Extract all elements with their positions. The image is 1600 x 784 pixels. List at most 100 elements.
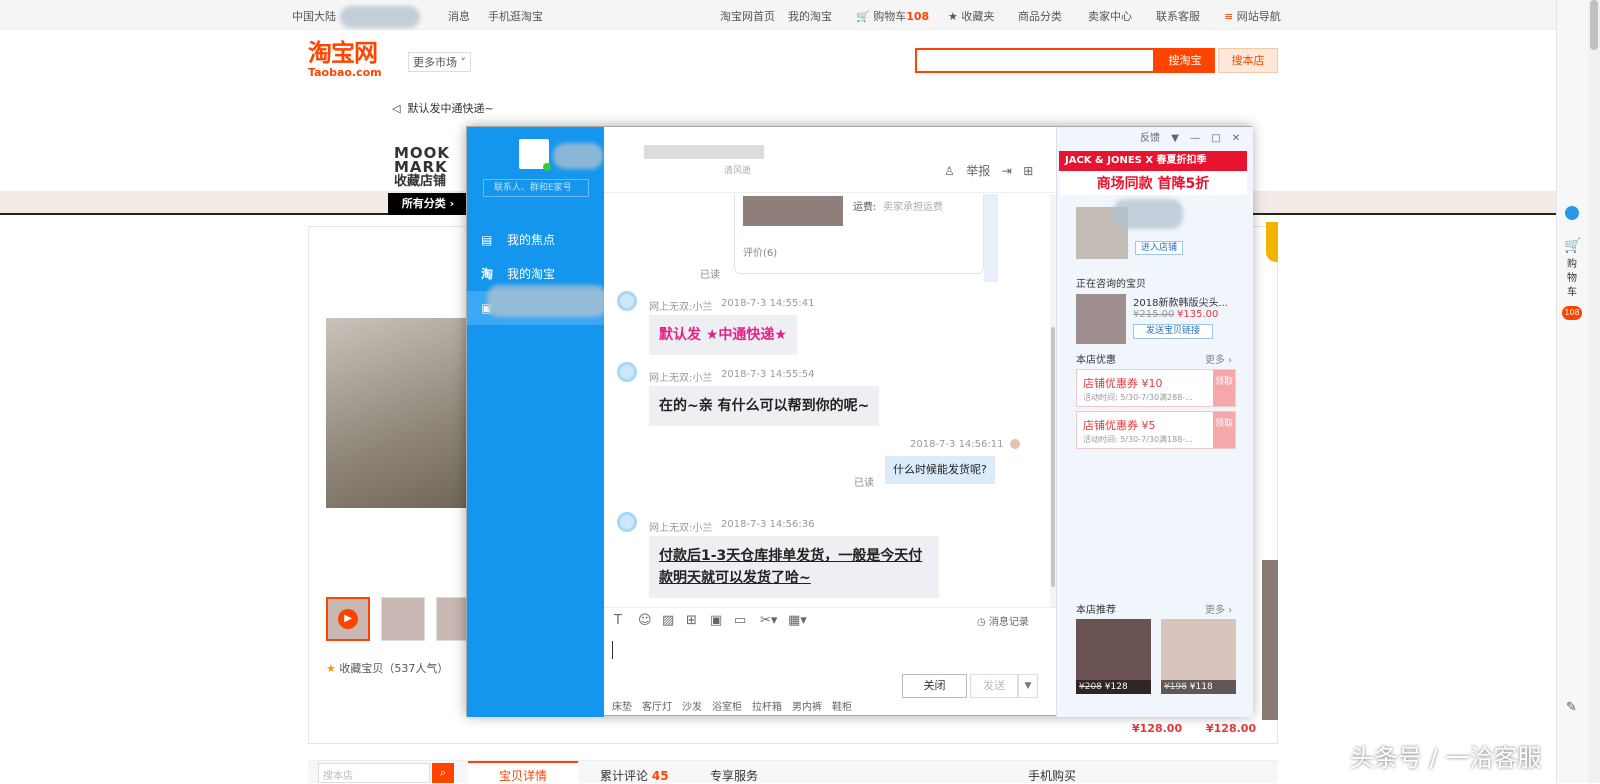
quick-word[interactable]: 浴室柜 <box>712 698 742 713</box>
seller-center-link[interactable]: 卖家中心 <box>1088 8 1132 24</box>
message-bubble[interactable]: 付款后1-3天仓库排单发货，一般是今天付款明天就可以发货了哈~ <box>649 536 939 598</box>
screen-icon[interactable]: ▣ <box>710 613 722 628</box>
my-taobao-link[interactable]: 我的淘宝 <box>788 8 832 24</box>
consulting-product-name[interactable]: 2018新款韩版尖头... <box>1133 294 1228 309</box>
recommend-more-link[interactable]: 更多 › <box>1205 601 1232 616</box>
quick-word[interactable]: 鞋柜 <box>832 698 852 713</box>
get-coupon-button[interactable]: 领取 <box>1213 412 1235 448</box>
menu-icon: ≡ <box>1224 10 1234 23</box>
apps-icon[interactable]: ⊞ <box>1023 164 1033 178</box>
menu-arrow-icon[interactable]: ▼ <box>1171 133 1179 144</box>
card-bubble-tail <box>984 194 998 282</box>
my-avatar <box>1010 439 1020 449</box>
all-categories-button[interactable]: 所有分类 › <box>388 193 468 215</box>
nav-my-focus[interactable]: ▤ 我的焦点 <box>467 223 604 257</box>
top-bar: 中国大陆 消息 手机逛淘宝 淘宝网首页 我的淘宝 🛒 购物车108 ★ 收藏夹 … <box>0 0 1556 30</box>
customer-service-link[interactable]: 联系客服 <box>1156 8 1200 24</box>
tab-mobile-buy[interactable]: 手机购买 <box>1028 767 1076 784</box>
maximize-icon[interactable]: □ <box>1211 133 1220 144</box>
speaker-icon: ◁ <box>392 102 401 115</box>
close-button[interactable]: 关闭 <box>902 674 967 698</box>
font-icon[interactable]: T <box>614 613 622 628</box>
quick-word[interactable]: 沙发 <box>682 698 702 713</box>
offers-title: 本店优惠 <box>1076 355 1116 366</box>
shipping-label: 运费: <box>853 202 877 213</box>
search-input[interactable] <box>915 48 1155 73</box>
search-shop-button[interactable]: 搜本店 <box>1218 48 1278 73</box>
ad-banner[interactable]: JACK & JONES X 春夏折扣季 商场同款 首降5折 <box>1059 151 1247 195</box>
favorite-shop-link[interactable]: 收藏店铺 <box>394 170 446 189</box>
star-icon: ★ <box>326 662 336 675</box>
edit-icon[interactable]: ✎ <box>1566 700 1577 715</box>
product-video-thumb[interactable]: ▶ <box>326 597 370 641</box>
scissors-icon[interactable]: ✂▾ <box>760 613 777 628</box>
messages-link[interactable]: 消息 <box>448 8 470 24</box>
transfer-icon[interactable]: ⇥ <box>1002 164 1012 178</box>
report-link[interactable]: 举报 <box>966 164 990 178</box>
more-market-dropdown[interactable]: 更多市场 ˅ <box>408 52 471 72</box>
region-selector[interactable]: 中国大陆 <box>292 8 336 24</box>
enter-shop-button[interactable]: 进入店铺 <box>1135 241 1183 255</box>
coupon-card[interactable]: 店铺优惠券 ¥10 活动时间: 5/30-7/30满288-... 领取 <box>1076 369 1236 407</box>
product-thumb[interactable] <box>381 597 425 641</box>
favorites-link[interactable]: ★ 收藏夹 <box>948 8 994 24</box>
product-card-message[interactable]: 运费: 卖家承担运费 评价(6) <box>734 194 984 274</box>
send-product-link-button[interactable]: 发送宝贝链接 <box>1133 324 1213 339</box>
tab-detail[interactable]: 宝贝详情 <box>468 761 578 784</box>
badge-icon <box>1266 222 1278 262</box>
chevron-down-icon[interactable]: ▼ <box>1018 674 1038 698</box>
quick-word[interactable]: 拉杆箱 <box>752 698 782 713</box>
chat-scrollbar-thumb[interactable] <box>1051 327 1055 587</box>
shop-search-input[interactable]: 搜本店 <box>318 763 430 783</box>
taobao-home-link[interactable]: 淘宝网首页 <box>720 8 775 24</box>
collect-item-link[interactable]: ★ 收藏宝贝（537人气） <box>326 660 448 676</box>
search-icon[interactable]: ⌕ <box>432 763 454 783</box>
seller-avatar <box>617 362 637 382</box>
message-bubble[interactable]: 在的~亲 有什么可以帮到你的呢~ <box>649 386 880 426</box>
minimize-icon[interactable]: — <box>1190 133 1200 144</box>
message-time: 2018-7-3 14:56:36 <box>721 519 815 530</box>
history-link[interactable]: ◷ 消息记录 <box>977 613 1029 628</box>
folder-icon[interactable]: ⊞ <box>686 613 697 628</box>
cart-link[interactable]: 🛒 购物车108 <box>856 8 929 24</box>
feedback-link[interactable]: 反馈 <box>1140 133 1160 144</box>
sitemap-link[interactable]: ≡ 网站导航 <box>1224 8 1281 24</box>
quick-reply-icon[interactable]: ▭ <box>734 613 746 628</box>
quick-word[interactable]: 床垫 <box>612 698 632 713</box>
message-list[interactable]: 运费: 卖家承担运费 评价(6) 已读 网上无双:小兰 2018-7-3 14:… <box>604 194 1056 606</box>
message-bubble[interactable]: 默认发 ★中通快递★ <box>649 315 797 355</box>
cart-icon[interactable]: 🛒 <box>1564 238 1581 254</box>
contact-search-input[interactable]: 联系人、群和E家号 <box>483 179 589 197</box>
quick-word[interactable]: 男内裤 <box>792 698 822 713</box>
categories-link[interactable]: 商品分类 <box>1018 8 1062 24</box>
product-old-price: ¥215.00 <box>1133 309 1175 320</box>
search-taobao-button[interactable]: 搜淘宝 <box>1155 48 1215 73</box>
redacted-username <box>340 6 420 28</box>
get-coupon-button[interactable]: 领取 <box>1213 370 1235 406</box>
message-bubble[interactable]: 什么时候能发货呢? <box>885 456 995 484</box>
redacted-username <box>553 143 603 169</box>
table-icon[interactable]: ▦▾ <box>788 613 807 628</box>
image-icon[interactable]: ▨ <box>662 613 674 628</box>
quick-word[interactable]: 客厅灯 <box>642 698 672 713</box>
consulting-product-image[interactable] <box>1076 294 1126 344</box>
send-button[interactable]: 发送 <box>970 674 1018 698</box>
message-sender: 网上无双:小兰 <box>649 302 713 313</box>
shop-notice: ◁ 默认发中通快递~ <box>392 102 494 115</box>
tab-reviews[interactable]: 累计评论 45 <box>600 767 669 784</box>
offers-more-link[interactable]: 更多 › <box>1205 351 1232 366</box>
product-card-image <box>743 196 843 226</box>
page-scrollbar[interactable] <box>1588 0 1600 783</box>
coupon-card[interactable]: 店铺优惠券 ¥5 活动时间: 5/30-7/30满188-... 领取 <box>1076 411 1236 449</box>
user-info-icon[interactable]: ♙ <box>944 164 955 178</box>
recommended-product[interactable]: ¥208 ¥128 <box>1076 619 1151 694</box>
taobao-logo[interactable]: 淘宝网 Taobao.com <box>308 40 390 80</box>
tab-service[interactable]: 专享服务 <box>710 767 758 784</box>
close-icon[interactable]: ✕ <box>1232 133 1240 144</box>
sidebar-cart-label[interactable]: 购物车 <box>1567 258 1579 300</box>
recommended-product[interactable]: ¥198 ¥118 <box>1161 619 1236 694</box>
page-scrollbar-thumb[interactable] <box>1590 0 1598 50</box>
play-icon: ▶ <box>338 609 358 629</box>
mobile-taobao-link[interactable]: 手机逛淘宝 <box>488 8 543 24</box>
emoji-icon[interactable]: ☺ <box>638 613 652 628</box>
